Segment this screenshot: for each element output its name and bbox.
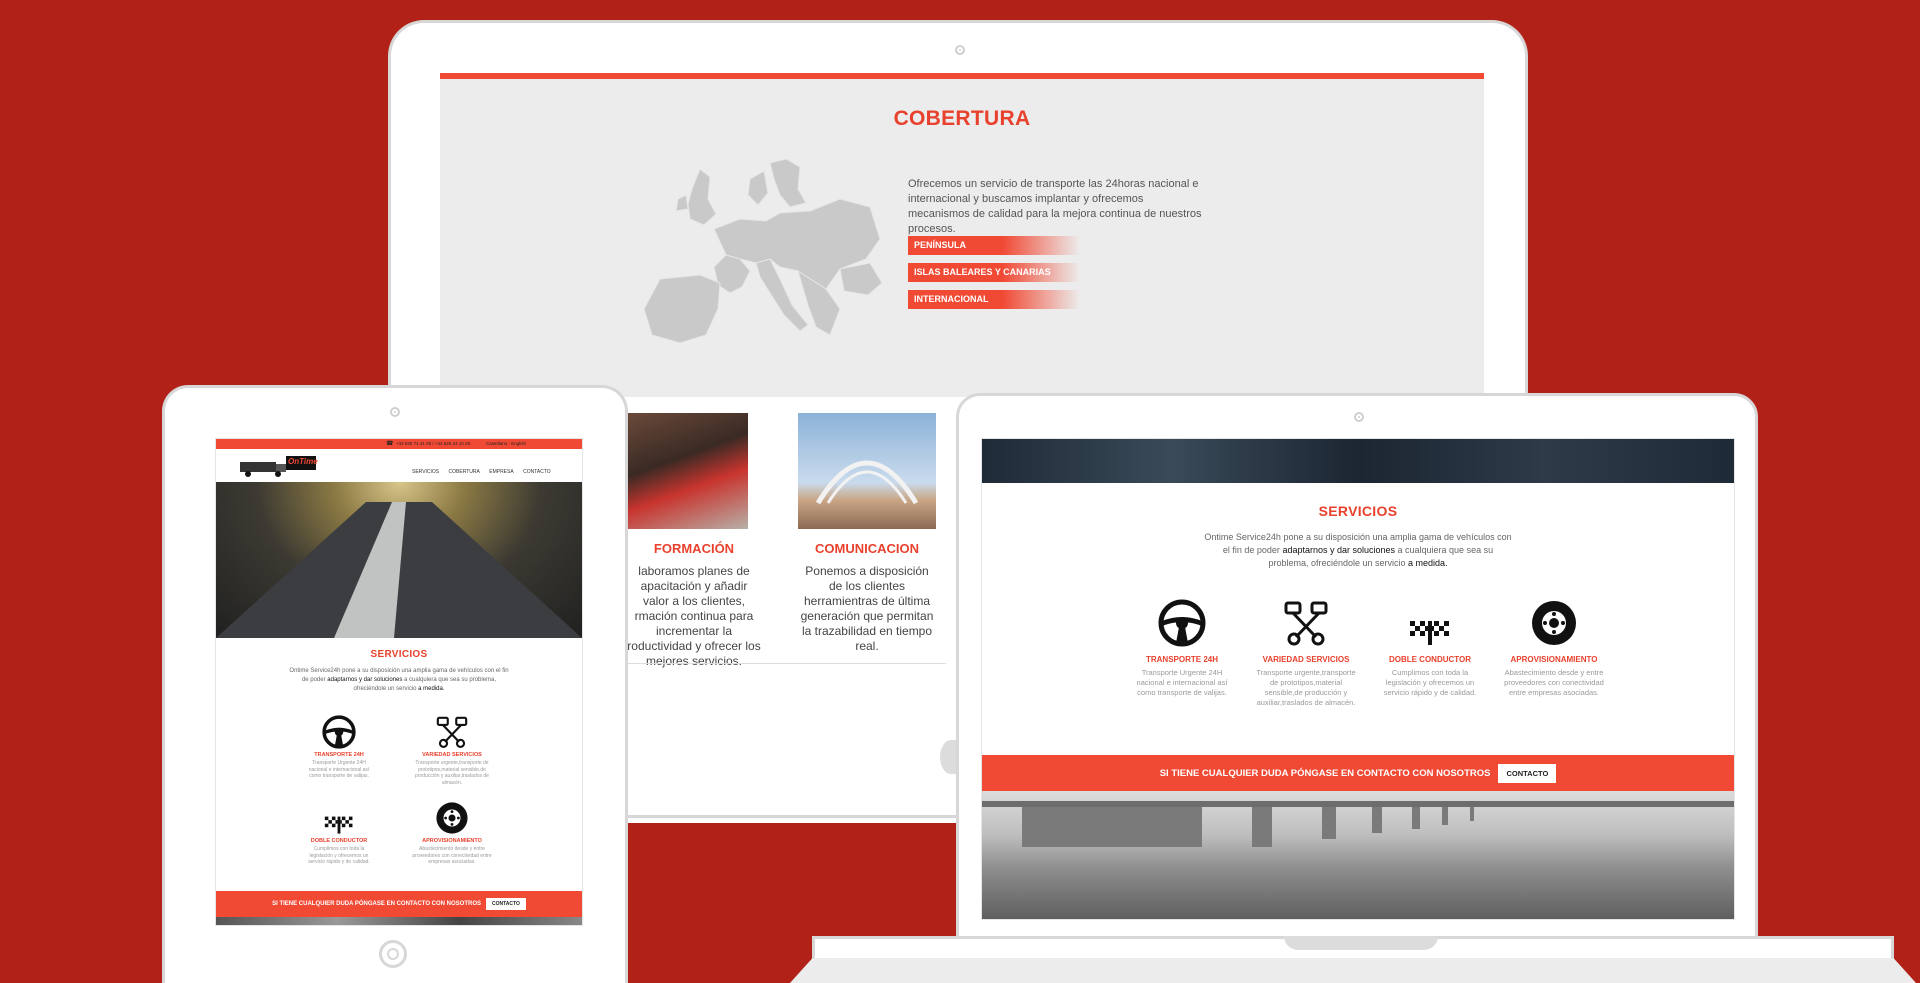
tablet-feature-transporte: TRANSPORTE 24H Transporte Urgente 24H na… <box>304 715 374 780</box>
feature-title: APROVISIONAMIENTO <box>1510 655 1598 664</box>
region-button-internacional[interactable]: INTERNACIONAL <box>908 290 1080 309</box>
feature-text: Transporte urgente,transporte de prototi… <box>415 760 489 786</box>
comunicacion-text: Ponemos a disposición de los clientes he… <box>800 564 934 653</box>
card-formacion: FORMACIÓN laboramos planes de apacitació… <box>626 413 762 669</box>
contact-button[interactable]: CONTACTO <box>486 898 526 910</box>
contact-banner-text: SI TIENE CUALQUIER DUDA PÓNGASE EN CONTA… <box>272 901 482 907</box>
laptop-base-bottom <box>790 958 1916 983</box>
language-switch[interactable]: Castellano · English <box>486 439 526 449</box>
laptop-frame: SERVICIOS Ontime Service24h pone a su di… <box>956 393 1758 941</box>
laptop-base-notch <box>1284 936 1438 950</box>
feature-text: Transporte urgente,transporte de prototi… <box>1256 668 1356 707</box>
formacion-text: laboramos planes de apacitación y añadir… <box>627 564 761 668</box>
feature-title: APROVISIONAMIENTO <box>422 838 482 844</box>
formacion-title: FORMACIÓN <box>653 541 735 556</box>
tablet-hero-road-photo <box>216 482 582 638</box>
feature-text: Transporte Urgente 24H nacional e intern… <box>1136 668 1228 697</box>
laptop-feature-aprovisionamiento: APROVISIONAMIENTO Abastecimiento desde y… <box>1504 599 1604 698</box>
steering-wheel-icon <box>1158 599 1206 647</box>
logo-text: OnTime <box>288 457 318 466</box>
feature-text: Abastecimiento desde y entre proveedores… <box>412 846 492 865</box>
laptop-services-intro: Ontime Service24h pone a su disposición … <box>1204 532 1512 568</box>
comunicacion-title: COMUNICACION <box>815 541 919 556</box>
tablet-contact-banner: SI TIENE CUALQUIER DUDA PÓNGASE EN CONTA… <box>216 891 582 917</box>
feature-text: Transporte Urgente 24H nacional e intern… <box>308 760 370 779</box>
nav-empresa[interactable]: EMPRESA <box>489 469 513 475</box>
divider <box>626 663 946 664</box>
tablet-logo[interactable]: OnTime <box>238 452 318 478</box>
feature-title: TRANSPORTE 24H <box>314 752 364 758</box>
feature-title: VARIEDAD SERVICIOS <box>1262 655 1350 664</box>
feature-text: Cumplimos con toda la legislación y ofre… <box>308 846 370 865</box>
feature-text: Abastecimiento desde y entre proveedores… <box>1504 668 1604 697</box>
feature-title: TRANSPORTE 24H <box>1145 655 1218 664</box>
checkered-flags-icon <box>322 801 356 835</box>
tablet-services-heading: SERVICIOS <box>370 649 428 660</box>
tire-icon <box>1530 599 1578 647</box>
tablet-screen: ☎ +34 635 74 41 09 / +34 626 24 10 25 Ca… <box>215 438 583 926</box>
tablet-home-button[interactable] <box>379 940 407 968</box>
pistons-icon <box>435 715 469 749</box>
cobertura-section: COBERTURA Ofrecemos un servicio de trans… <box>440 79 1484 397</box>
card-comunicacion: COMUNICACION Ponemos a disposición de lo… <box>798 413 938 654</box>
laptop-contact-banner: SI TIENE CUALQUIER DUDA PÓNGASE EN CONTA… <box>982 755 1734 791</box>
monitor-camera <box>955 45 965 55</box>
monitor-chin <box>620 800 960 818</box>
comunicacion-photo <box>798 413 936 529</box>
topbar-phone: +34 635 74 41 09 / +34 626 24 10 25 <box>396 441 471 446</box>
nav-cobertura[interactable]: COBERTURA <box>449 469 480 475</box>
region-button-baleares-canarias[interactable]: ISLAS BALEARES Y CANARIAS <box>908 263 1080 282</box>
cobertura-heading: COBERTURA <box>893 107 1031 130</box>
contact-button[interactable]: CONTACTO <box>1498 763 1557 783</box>
tablet-camera <box>390 407 400 417</box>
checkered-flags-icon <box>1406 599 1454 647</box>
europe-map-image <box>643 159 883 344</box>
nav-servicios[interactable]: SERVICIOS <box>412 469 439 475</box>
pistons-icon <box>1282 599 1330 647</box>
laptop-camera <box>1354 412 1364 422</box>
steering-wheel-icon <box>322 715 356 749</box>
laptop-feature-transporte: TRANSPORTE 24H Transporte Urgente 24H na… <box>1132 599 1232 698</box>
nav-contacto[interactable]: CONTACTO <box>523 469 551 475</box>
tablet-feature-aprovisionamiento: APROVISIONAMIENTO Abastecimiento desde y… <box>412 801 492 866</box>
feature-title: DOBLE CONDUCTOR <box>310 838 368 844</box>
tablet-frame: ☎ +34 635 74 41 09 / +34 626 24 10 25 Ca… <box>162 385 628 983</box>
feature-title: VARIEDAD SERVICIOS <box>422 752 482 758</box>
laptop-services-heading: SERVICIOS <box>1318 503 1398 519</box>
phone-icon: ☎ <box>386 441 394 447</box>
laptop-feature-variedad: VARIEDAD SERVICIOS Transporte urgente,tr… <box>1256 599 1356 708</box>
tablet-feature-variedad: VARIEDAD SERVICIOS Transporte urgente,tr… <box>412 715 492 786</box>
tire-icon <box>435 801 469 835</box>
tablet-nav: SERVICIOS COBERTURA EMPRESA CONTACTO <box>412 469 551 475</box>
tablet-feature-doble: DOBLE CONDUCTOR Cumplimos con toda la le… <box>304 801 374 866</box>
feature-text: Cumplimos con toda la legislación y ofre… <box>1383 668 1477 697</box>
laptop-screen: SERVICIOS Ontime Service24h pone a su di… <box>981 438 1735 920</box>
tablet-topbar: ☎ +34 635 74 41 09 / +34 626 24 10 25 Ca… <box>216 439 582 449</box>
region-button-peninsula[interactable]: PENÍNSULA <box>908 236 1080 255</box>
contact-banner-text: SI TIENE CUALQUIER DUDA PÓNGASE EN CONTA… <box>1159 767 1491 779</box>
laptop-feature-doble: DOBLE CONDUCTOR Cumplimos con toda la le… <box>1380 599 1480 698</box>
tablet-footer-photo <box>216 917 582 925</box>
feature-title: DOBLE CONDUCTOR <box>1388 655 1472 664</box>
laptop-bridge-photo <box>982 791 1734 919</box>
formacion-photo <box>626 413 748 529</box>
cobertura-description: Ofrecemos un servicio de transporte las … <box>908 178 1202 235</box>
laptop-hero-strip <box>982 439 1734 483</box>
tablet-services-intro: Ontime Service24h pone a su disposición … <box>289 668 509 692</box>
